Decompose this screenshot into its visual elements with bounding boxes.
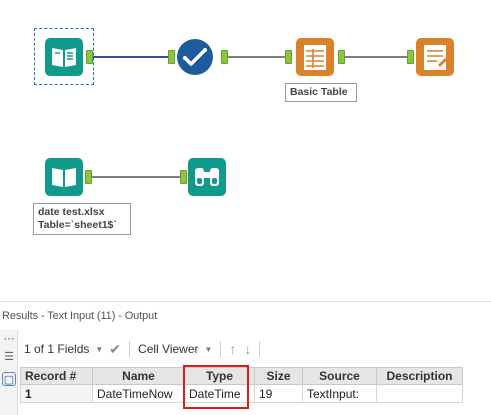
column-header-source[interactable]: Source <box>302 367 377 385</box>
annotation-input-data: date test.xlsx Table=`sheet1$` <box>33 203 131 235</box>
toolbar-separator <box>129 341 131 357</box>
column-header-size[interactable]: Size <box>254 367 303 385</box>
table-tool[interactable] <box>296 38 334 76</box>
annotation-basic-table: Basic Table <box>285 83 357 102</box>
cell-description[interactable] <box>376 384 463 403</box>
input-anchor[interactable] <box>407 50 414 64</box>
type-column-highlight <box>183 365 249 409</box>
text-input-tool[interactable] <box>45 38 83 76</box>
apply-check-icon[interactable]: ✔ <box>109 341 121 358</box>
chevron-down-icon: ▼ <box>204 344 213 354</box>
output-anchor[interactable] <box>221 50 228 64</box>
input-data-tool[interactable] <box>45 158 83 196</box>
check-circle-icon <box>177 39 213 75</box>
table-doc-icon <box>296 38 334 76</box>
arrow-down-icon[interactable]: ↓ <box>244 341 251 357</box>
column-header-name[interactable]: Name <box>92 367 185 385</box>
input-anchor[interactable] <box>285 50 292 64</box>
output-anchor[interactable] <box>86 50 93 64</box>
arrow-up-icon[interactable]: ↑ <box>229 341 236 357</box>
list-icon[interactable]: ☰ <box>2 350 16 364</box>
toolbar-separator <box>220 341 222 357</box>
output-anchor[interactable] <box>85 170 92 184</box>
column-header-description[interactable]: Description <box>376 367 463 385</box>
data-icon[interactable]: ▢ <box>2 372 16 386</box>
results-side-strip: ⋯ ☰ ▢ <box>0 330 18 415</box>
results-title-text: Results - Text Input (11) - Output <box>2 310 158 322</box>
panel-divider[interactable] <box>0 301 491 302</box>
binoculars-icon <box>188 158 226 196</box>
chevron-down-icon: ▼ <box>95 344 104 354</box>
cell-viewer-label: Cell Viewer <box>138 342 199 356</box>
cell-viewer-selector[interactable]: Cell Viewer ▼ <box>134 342 216 356</box>
book-open-icon <box>45 38 83 76</box>
cell-record[interactable]: 1 <box>20 384 93 403</box>
browse-tool[interactable] <box>188 158 226 196</box>
results-panel-title: Results - Text Input (11) - Output <box>0 306 491 328</box>
cell-source[interactable]: TextInput: <box>302 384 377 403</box>
formula-tool[interactable] <box>176 38 214 76</box>
column-header-record[interactable]: Record # <box>20 367 93 385</box>
render-tool[interactable] <box>416 38 454 76</box>
more-icon[interactable]: ⋯ <box>2 332 16 346</box>
workflow-canvas[interactable]: Basic Table date test.xlsx Table=`sheet1… <box>0 0 491 300</box>
input-anchor[interactable] <box>168 50 175 64</box>
input-anchor[interactable] <box>180 170 187 184</box>
results-toolbar: 1 of 1 Fields ▼ ✔ Cell Viewer ▼ ↑ ↓ <box>20 338 264 360</box>
toolbar-separator <box>259 341 261 357</box>
book-open-icon <box>45 158 83 196</box>
output-anchor[interactable] <box>338 50 345 64</box>
fields-label: 1 of 1 Fields <box>24 342 90 356</box>
document-edit-icon <box>416 38 454 76</box>
fields-selector[interactable]: 1 of 1 Fields ▼ ✔ <box>20 341 125 358</box>
cell-size[interactable]: 19 <box>254 384 303 403</box>
cell-name[interactable]: DateTimeNow <box>92 384 185 403</box>
